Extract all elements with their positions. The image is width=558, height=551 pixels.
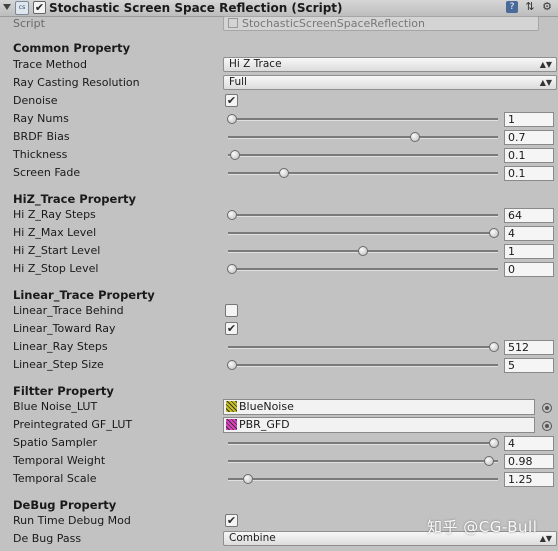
screen-fade-slider-thumb[interactable] [279, 168, 290, 178]
ray-nums-field[interactable]: 1 [504, 112, 554, 127]
debug-section-title: DeBug Property [13, 498, 117, 512]
temporal-weight-slider-thumb[interactable] [483, 456, 494, 466]
ray-casting-resolution-value: Full [229, 76, 247, 88]
hiz-ray-steps-slider-thumb[interactable] [227, 210, 237, 220]
watermark: 知乎 @CG-Bull [427, 518, 538, 536]
component-header: cs ✔ Stochastic Screen Space Reflection … [0, 0, 558, 17]
linear-ray-steps-label: Linear_Ray Steps [13, 340, 108, 353]
temporal-weight-label: Temporal Weight [13, 454, 106, 467]
run-time-debug-label: Run Time Debug Mod [13, 514, 131, 527]
brdf-bias-slider-thumb[interactable] [410, 132, 421, 142]
script-file-icon [228, 18, 238, 28]
foldout-arrow-icon[interactable] [3, 4, 11, 10]
spatio-sampler-slider-thumb[interactable] [489, 438, 499, 448]
hiz-max-level-slider-thumb[interactable] [489, 228, 499, 238]
linear-toward-ray-checkbox[interactable]: ✔ [225, 322, 238, 335]
trace-method-value: Hi Z Trace [229, 58, 282, 70]
hiz-max-level-field[interactable]: 4 [504, 226, 554, 241]
blue-noise-lut-value: BlueNoise [239, 400, 294, 413]
blue-noise-lut-label: Blue Noise_LUT [13, 400, 98, 413]
trace-method-label: Trace Method [13, 58, 87, 71]
linear-ray-steps-field[interactable]: 512 [504, 340, 554, 355]
script-label: Script [13, 17, 45, 30]
ray-nums-label: Ray Nums [13, 112, 69, 125]
hiz-start-level-slider-thumb[interactable] [358, 246, 368, 256]
hiz-ray-steps-field[interactable]: 64 [504, 208, 554, 223]
hiz-start-level-slider[interactable] [228, 246, 498, 256]
brdf-bias-field[interactable]: 0.7 [504, 130, 554, 145]
linear-ray-steps-slider[interactable] [228, 342, 499, 352]
brdf-bias-slider[interactable] [228, 132, 498, 142]
spatio-sampler-slider[interactable] [228, 438, 499, 448]
help-icon[interactable]: ? [506, 1, 518, 13]
blue-noise-lut-field[interactable]: BlueNoise [223, 399, 535, 415]
component-enabled-checkbox[interactable]: ✔ [33, 1, 46, 14]
linear-step-size-field[interactable]: 5 [504, 358, 554, 373]
hiz-section-title: HiZ_Trace Property [13, 192, 136, 206]
preintegrated-gf-lut-label: Preintegrated GF_LUT [13, 418, 133, 431]
thickness-field[interactable]: 0.1 [504, 148, 554, 163]
thickness-slider-thumb[interactable] [229, 150, 240, 160]
gear-icon[interactable]: ⚙ [541, 1, 553, 13]
hiz-ray-steps-slider[interactable] [227, 210, 498, 220]
filter-section-title: Filtter Property [13, 384, 114, 398]
hiz-max-level-label: Hi Z_Max Level [13, 226, 97, 239]
object-picker-icon[interactable] [542, 421, 552, 431]
script-field[interactable]: StochasticScreenSpaceReflection [223, 16, 539, 31]
thickness-label: Thickness [13, 148, 68, 161]
dropdown-arrow-icon: ▲▼ [539, 534, 552, 543]
linear-step-size-slider-thumb[interactable] [227, 360, 237, 370]
object-picker-icon[interactable] [542, 403, 552, 413]
temporal-scale-label: Temporal Scale [13, 472, 97, 485]
hiz-max-level-slider[interactable] [228, 228, 499, 238]
spatio-sampler-field[interactable]: 4 [504, 436, 554, 451]
brdf-bias-label: BRDF Bias [13, 130, 70, 143]
dropdown-arrow-icon: ▲▼ [539, 60, 552, 69]
ray-casting-resolution-label: Ray Casting Resolution [13, 76, 140, 89]
debug-pass-value: Combine [229, 532, 276, 544]
linear-ray-steps-slider-thumb[interactable] [489, 342, 499, 352]
ray-casting-resolution-dropdown[interactable]: Full ▲▼ [223, 75, 557, 90]
trace-method-dropdown[interactable]: Hi Z Trace ▲▼ [223, 57, 557, 72]
texture-thumbnail-icon [226, 401, 237, 412]
denoise-label: Denoise [13, 94, 58, 107]
spatio-sampler-label: Spatio Sampler [13, 436, 98, 449]
debug-pass-label: De Bug Pass [13, 532, 82, 545]
thickness-slider[interactable] [228, 150, 498, 160]
component-title: Stochastic Screen Space Reflection (Scri… [49, 1, 343, 15]
temporal-scale-field[interactable]: 1.25 [504, 472, 554, 487]
texture-thumbnail-icon [226, 419, 237, 430]
hiz-stop-level-field[interactable]: 0 [504, 262, 554, 277]
screen-fade-label: Screen Fade [13, 166, 81, 179]
script-value: StochasticScreenSpaceReflection [242, 17, 426, 30]
dropdown-arrow-icon: ▲▼ [539, 78, 552, 87]
run-time-debug-checkbox[interactable]: ✔ [225, 514, 238, 527]
common-section-title: Common Property [13, 41, 131, 55]
ray-nums-slider[interactable] [227, 114, 498, 124]
temporal-scale-slider[interactable] [228, 474, 498, 484]
hiz-stop-level-slider[interactable] [227, 264, 498, 274]
hiz-start-level-field[interactable]: 1 [504, 244, 554, 259]
hiz-stop-level-slider-thumb[interactable] [227, 264, 237, 274]
hiz-stop-level-label: Hi Z_Stop Level [13, 262, 99, 275]
linear-trace-behind-label: Linear_Trace Behind [13, 304, 124, 317]
temporal-scale-slider-thumb[interactable] [242, 474, 253, 484]
preintegrated-gf-lut-field[interactable]: PBR_GFD [223, 417, 535, 433]
linear-section-title: Linear_Trace Property [13, 288, 155, 302]
hiz-start-level-label: Hi Z_Start Level [13, 244, 101, 257]
ray-nums-slider-thumb[interactable] [227, 114, 237, 124]
linear-step-size-slider[interactable] [227, 360, 498, 370]
temporal-weight-field[interactable]: 0.98 [504, 454, 554, 469]
denoise-checkbox[interactable]: ✔ [225, 94, 238, 107]
hiz-ray-steps-label: Hi Z_Ray Steps [13, 208, 96, 221]
temporal-weight-slider[interactable] [228, 456, 498, 466]
script-icon: cs [15, 1, 29, 15]
linear-step-size-label: Linear_Step Size [13, 358, 104, 371]
linear-toward-ray-label: Linear_Toward Ray [13, 322, 116, 335]
screen-fade-slider[interactable] [228, 168, 498, 178]
preset-icon[interactable]: ⇅ [524, 1, 536, 13]
preintegrated-gf-lut-value: PBR_GFD [239, 418, 290, 431]
linear-trace-behind-checkbox[interactable] [225, 304, 238, 317]
screen-fade-field[interactable]: 0.1 [504, 166, 554, 181]
